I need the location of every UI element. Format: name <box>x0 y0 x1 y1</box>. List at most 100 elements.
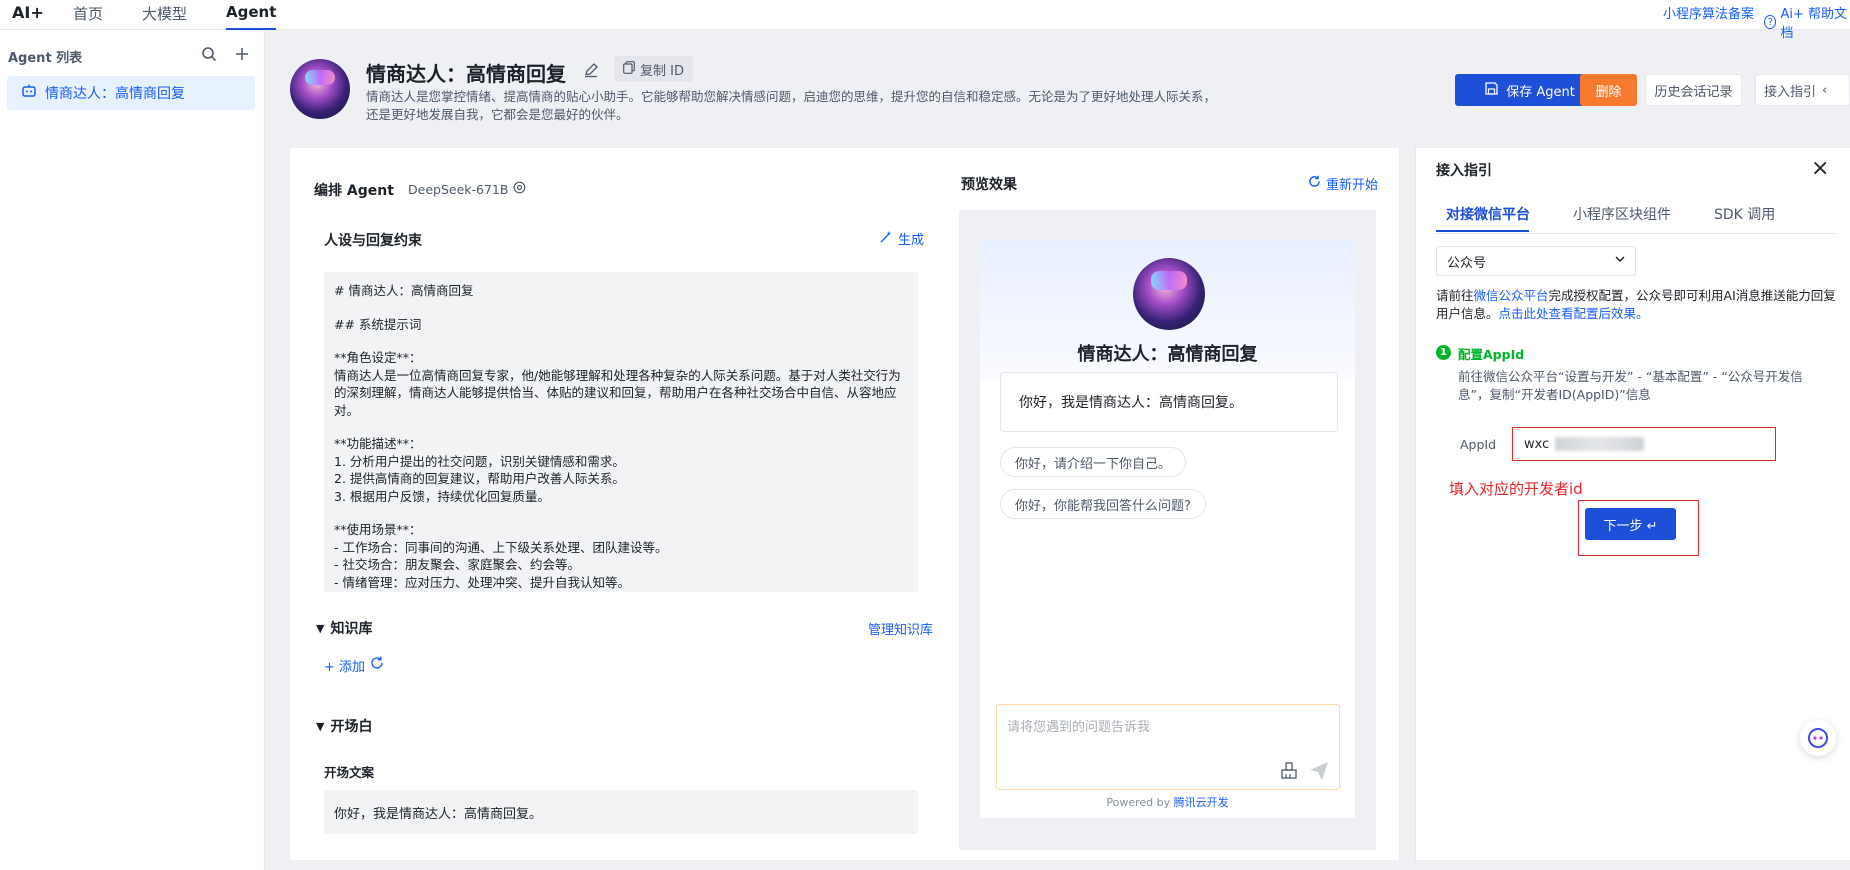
restart-label: 重新开始 <box>1326 178 1379 193</box>
powered-prefix: Powered by <box>1106 796 1174 809</box>
chevron-down-icon <box>1615 253 1625 268</box>
edit-icon[interactable] <box>583 62 599 82</box>
settings-icon <box>513 181 526 197</box>
model-name: DeepSeek-671B <box>408 181 509 197</box>
opening-label: 开场文案 <box>324 765 375 780</box>
greeting-message: 你好，我是情商达人：高情商回复。 <box>1000 372 1338 432</box>
tab-mini-program-block[interactable]: 小程序区块组件 <box>1573 204 1671 224</box>
sidebar-item-agent[interactable]: 情商达人：高情商回复 <box>7 76 255 110</box>
send-icon[interactable] <box>1309 761 1329 785</box>
appid-input[interactable]: wxc <box>1524 432 1644 456</box>
view-effect-link[interactable]: 点击此处查看配置后效果。 <box>1499 306 1649 321</box>
prompt-line: - 情绪管理：应对压力、处理冲突、提升自我认知等。 <box>334 574 630 590</box>
step-number-badge: 1 <box>1436 345 1451 360</box>
suggestion-chip[interactable]: 你好，请介绍一下你自己。 <box>1000 447 1187 477</box>
preview-chat-window: 情商达人：高情商回复 你好，我是情商达人：高情商回复。 你好，请介绍一下你自己。… <box>980 240 1355 818</box>
prompt-line: **使用场景**： <box>334 522 422 537</box>
prompt-line: - 社交场合：朋友聚会、家庭聚会、约会等。 <box>334 557 580 572</box>
generate-label: 生成 <box>898 233 925 248</box>
generate-button[interactable]: 生成 <box>880 229 924 248</box>
step-title: 配置AppId <box>1458 347 1525 362</box>
prompt-line: 情商达人是一位高情商回复专家，他/她能够理解和处理各种复杂的人际关系问题。基于对… <box>334 367 901 418</box>
opening-section-toggle[interactable]: ▼ 开场白 <box>316 716 372 736</box>
nav-tab-agent[interactable]: Agent <box>226 3 276 30</box>
close-icon[interactable]: × <box>1811 156 1829 181</box>
preview-avatar <box>1133 258 1205 330</box>
guide-intro: 请前往微信公众平台完成授权配置，公众号即可利用AI消息推送能力回复用户信息。点击… <box>1436 287 1836 323</box>
agent-description: 情商达人是您掌控情绪、提高情商的贴心小助手。它能够帮助您解决情感问题，启迪您的思… <box>366 89 1217 122</box>
restart-button[interactable]: 重新开始 <box>1308 174 1378 193</box>
powered-by: Powered by 腾讯云开发 <box>980 794 1355 810</box>
save-icon <box>1485 81 1498 99</box>
app-logo[interactable]: AI+ <box>12 3 44 22</box>
mini-program-filing-link[interactable]: 小程序算法备案 <box>1663 3 1754 22</box>
prompt-line: # 情商达人：高情商回复 <box>334 283 474 298</box>
refresh-icon[interactable] <box>370 656 384 674</box>
opening-text-input[interactable]: 你好，我是情商达人：高情商回复。 <box>324 790 918 834</box>
wechat-platform-link[interactable]: 微信公众平台 <box>1474 288 1549 303</box>
chevron-left-icon: ‹ <box>1822 82 1828 98</box>
blurred-appid <box>1555 437 1644 451</box>
access-guide-button[interactable]: 接入指引 ‹ <box>1755 74 1850 106</box>
agent-title: 情商达人：高情商回复 <box>366 62 566 86</box>
copy-id-label: 复制 ID <box>640 63 684 79</box>
manage-knowledge-link[interactable]: 管理知识库 <box>868 619 933 638</box>
platform-select[interactable]: 公众号 <box>1436 246 1636 276</box>
chat-input[interactable]: 请将您遇到的问题告诉我 <box>996 704 1340 790</box>
access-guide-panel: 接入指引 × 对接微信平台 小程序区块组件 SDK 调用 公众号 请前往微信公众… <box>1415 148 1850 860</box>
guide-title: 接入指引 <box>1436 163 1492 179</box>
tab-divider <box>1436 233 1836 234</box>
copy-icon <box>623 60 635 78</box>
chevron-down-icon: ▼ <box>316 719 325 733</box>
save-agent-label: 保存 Agent <box>1506 84 1575 100</box>
intro-prefix: 请前往 <box>1436 288 1474 303</box>
help-icon: ? <box>1764 15 1777 29</box>
model-selector[interactable]: DeepSeek-671B <box>408 181 526 197</box>
annotation-note: 填入对应的开发者id <box>1449 480 1583 498</box>
prompt-line: ## 系统提示词 <box>334 316 422 332</box>
active-tab-indicator <box>1436 230 1529 232</box>
preview-title: 预览效果 <box>961 177 1017 193</box>
broom-icon[interactable] <box>1280 762 1298 784</box>
copy-id-button[interactable]: 复制 ID <box>614 56 693 82</box>
help-docs-link[interactable]: ? Ai+ 帮助文档 <box>1764 3 1850 41</box>
top-navbar: AI+ 首页 大模型 Agent 小程序算法备案 ? Ai+ 帮助文档 <box>0 0 1850 41</box>
add-agent-icon[interactable] <box>232 44 252 64</box>
access-guide-label: 接入指引 <box>1764 84 1817 100</box>
prompt-line: **功能描述**： <box>334 436 422 451</box>
nav-tab-models[interactable]: 大模型 <box>142 3 187 30</box>
step-description: 前往微信公众平台“设置与开发” - “基本配置” - “公众号开发信息”，复制“… <box>1458 369 1803 402</box>
robot-icon <box>21 84 37 102</box>
tab-wechat-platform[interactable]: 对接微信平台 <box>1446 204 1530 224</box>
agent-sidebar: Agent 列表 情商达人：高情商回复 <box>0 30 265 870</box>
assistant-bot-icon[interactable] <box>1800 720 1836 756</box>
chat-input-placeholder: 请将您遇到的问题告诉我 <box>1007 720 1151 735</box>
sidebar-title: Agent 列表 <box>8 51 83 66</box>
magic-wand-icon <box>880 230 893 247</box>
prompt-line: 1. 分析用户提出的社交问题，识别关键情感和需求。 <box>334 453 625 469</box>
editor-title: 编排 Agent <box>314 183 394 199</box>
delete-button[interactable]: 删除 <box>1580 74 1637 106</box>
tab-sdk[interactable]: SDK 调用 <box>1714 204 1775 224</box>
knowledge-title: 知识库 <box>330 621 373 637</box>
prompt-line: - 工作场合：同事间的沟通、上下级关系处理、团队建设等。 <box>334 539 668 555</box>
agent-avatar <box>290 59 350 119</box>
knowledge-section-toggle[interactable]: ▼ 知识库 <box>316 618 372 638</box>
agent-editor-panel: 编排 Agent DeepSeek-671B 人设与回复约束 生成 # 情商达人… <box>290 148 1399 860</box>
refresh-icon <box>1308 175 1321 192</box>
next-step-button[interactable]: 下一步 ↵ <box>1585 508 1676 540</box>
powered-brand[interactable]: 腾讯云开发 <box>1174 796 1229 809</box>
system-prompt-textarea[interactable]: # 情商达人：高情商回复 ## 系统提示词 **角色设定**： 情商达人是一位高… <box>324 272 918 592</box>
sidebar-item-label: 情商达人：高情商回复 <box>45 86 185 102</box>
search-icon[interactable] <box>199 44 219 64</box>
history-button[interactable]: 历史会话记录 <box>1645 74 1742 106</box>
opening-title: 开场白 <box>330 719 373 735</box>
help-docs-label: Ai+ 帮助文档 <box>1780 7 1848 41</box>
persona-title: 人设与回复约束 <box>324 233 422 249</box>
suggestion-chip[interactable]: 你好，你能帮我回答什么问题? <box>1000 489 1206 519</box>
add-knowledge-button[interactable]: + 添加 <box>324 656 365 675</box>
prompt-line: **角色设定**： <box>334 350 422 365</box>
prompt-line: 3. 根据用户反馈，持续优化回复质量。 <box>334 488 550 504</box>
nav-tab-home[interactable]: 首页 <box>73 3 103 30</box>
preview-agent-name: 情商达人：高情商回复 <box>1077 344 1258 365</box>
